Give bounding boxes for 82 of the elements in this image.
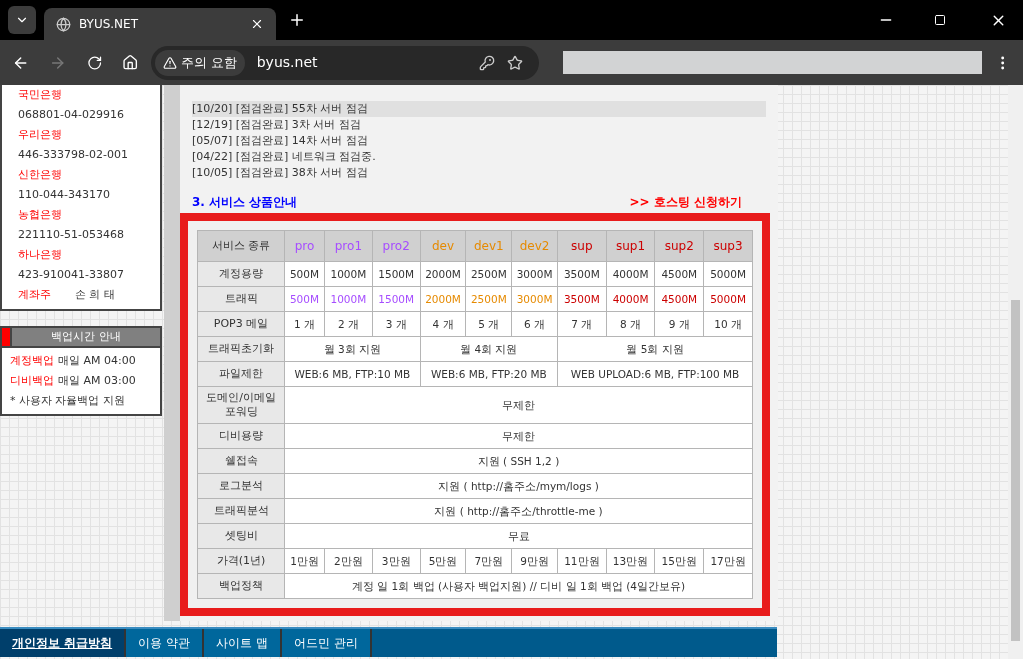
holder-label: 계좌주 xyxy=(18,287,51,303)
plan-name: dev1 xyxy=(473,239,504,253)
tab-list-button[interactable] xyxy=(8,6,36,34)
bank-name: 하나은행 xyxy=(18,247,63,263)
security-chip[interactable]: 주의 요함 xyxy=(154,49,245,76)
plan-name: pro2 xyxy=(382,239,410,253)
plan-name: sup xyxy=(571,239,593,253)
row-label: 로그분석 xyxy=(197,473,285,499)
table-cell: 월 3회 지원 xyxy=(284,336,421,362)
globe-icon xyxy=(56,16,71,32)
plan-name: sup2 xyxy=(664,239,694,253)
warning-icon xyxy=(162,55,177,70)
scrollbar-thumb[interactable] xyxy=(1011,300,1020,641)
table-cell: 월 5회 지원 xyxy=(557,336,753,362)
account-number: 423-910041-33807 xyxy=(18,267,125,283)
row-label: 셋팅비 xyxy=(197,523,285,549)
row-label: 가격(1년) xyxy=(197,548,285,574)
account-number: 446-333798-02-001 xyxy=(18,147,129,163)
row-label: 트래픽초기화 xyxy=(197,336,285,362)
backup-time: 매일 AM 03:00 xyxy=(58,373,136,389)
bank-name: 농협은행 xyxy=(18,207,63,223)
apply-link[interactable]: >> 호스팅 신청하기 xyxy=(629,193,742,211)
url-text: byus.net xyxy=(256,53,319,72)
key-icon[interactable] xyxy=(478,54,495,71)
browser-tab[interactable]: BYUS.NET xyxy=(44,8,276,40)
plan-name: sup3 xyxy=(713,239,743,253)
notice-item[interactable]: [10/05] [점검완료] 38차 서버 점검 xyxy=(192,165,766,181)
notice-item[interactable]: [04/22] [점검완료] 네트워크 점검중. xyxy=(192,149,766,165)
table-cell: WEB:6 MB, FTP:10 MB xyxy=(284,361,421,387)
notice-item[interactable]: [10/20] [점검완료] 55차 서버 점검 xyxy=(192,101,766,117)
plan-name: dev xyxy=(431,239,455,253)
maximize-icon[interactable] xyxy=(934,14,946,26)
table-cell: 무제한 xyxy=(284,423,753,449)
column-header: 서비스 종류 xyxy=(197,230,285,262)
account-number: 221110-51-053468 xyxy=(18,227,125,243)
plan-name: pro xyxy=(294,239,315,253)
table-cell: 무제한 xyxy=(284,386,753,424)
backup-label: 디비백업 xyxy=(10,373,54,389)
home-icon[interactable] xyxy=(122,54,139,71)
row-label: POP3 메일 xyxy=(197,311,285,337)
holder-name: 손 희 태 xyxy=(75,287,115,303)
footer-link[interactable]: 개인정보 취급방침 xyxy=(0,629,127,657)
footer-link[interactable]: 사이트 맵 xyxy=(204,629,282,657)
bank-name: 신한은행 xyxy=(18,167,63,183)
table-cell: 무료 xyxy=(284,523,753,549)
table-cell: WEB UPLOAD:6 MB, FTP:100 MB xyxy=(557,361,753,387)
account-number: 110-044-343170 xyxy=(18,187,111,203)
row-label: 파일제한 xyxy=(197,361,285,387)
table-cell: WEB:6 MB, FTP:20 MB xyxy=(420,361,558,387)
section-title: 3. 서비스 상품안내 xyxy=(192,194,298,211)
table-cell: 지원 ( http://홈주소/throttle-me ) xyxy=(284,498,753,524)
bookmark-star-icon[interactable] xyxy=(506,54,523,71)
plan-name: dev2 xyxy=(519,239,550,253)
plan-name: pro1 xyxy=(334,239,362,253)
row-label: 쉘접속 xyxy=(197,448,285,474)
row-label: 트래픽 xyxy=(197,286,285,312)
table-cell: 계정 일 1회 백업 (사용자 백업지원) // 디비 일 1회 백업 (4일간보유) xyxy=(284,573,753,599)
backup-note: * 사용자 자율백업 지원 xyxy=(10,393,126,409)
address-bar[interactable]: 주의 요함 byus.net xyxy=(150,45,539,80)
account-number: 068801-04-029916 xyxy=(18,107,125,123)
row-label: 계정용량 xyxy=(197,261,285,287)
row-label: 트래픽분석 xyxy=(197,498,285,524)
close-icon[interactable] xyxy=(250,17,264,31)
footer-link[interactable]: 어드민 관리 xyxy=(281,629,372,657)
table-cell: 월 4회 지원 xyxy=(420,336,558,362)
notice-item[interactable]: [05/07] [점검완료] 14차 서버 점검 xyxy=(192,133,766,149)
table-cell: 지원 ( SSH 1,2 ) xyxy=(284,448,753,474)
backup-label: 계정백업 xyxy=(10,353,54,369)
table-cell: 지원 ( http://홈주소/mym/logs ) xyxy=(284,473,753,499)
backup-title: 백업시간 안내 xyxy=(50,329,122,345)
row-label: 도메인/이메일 포워딩 xyxy=(197,386,285,424)
bank-name: 우리은행 xyxy=(18,127,63,143)
notice-item[interactable]: [12/19] [점검완료] 3차 서버 점검 xyxy=(192,117,766,133)
new-tab-icon[interactable] xyxy=(288,11,306,29)
row-label: 디비용량 xyxy=(197,423,285,449)
plan-name: sup1 xyxy=(616,239,646,253)
tab-title: BYUS.NET xyxy=(79,16,139,33)
row-label: 백업정책 xyxy=(197,573,285,599)
bank-name: 국민은행 xyxy=(18,87,63,103)
backup-time: 매일 AM 04:00 xyxy=(58,353,136,369)
footer-link[interactable]: 이용 약관 xyxy=(126,629,204,657)
reload-icon[interactable] xyxy=(86,54,103,71)
